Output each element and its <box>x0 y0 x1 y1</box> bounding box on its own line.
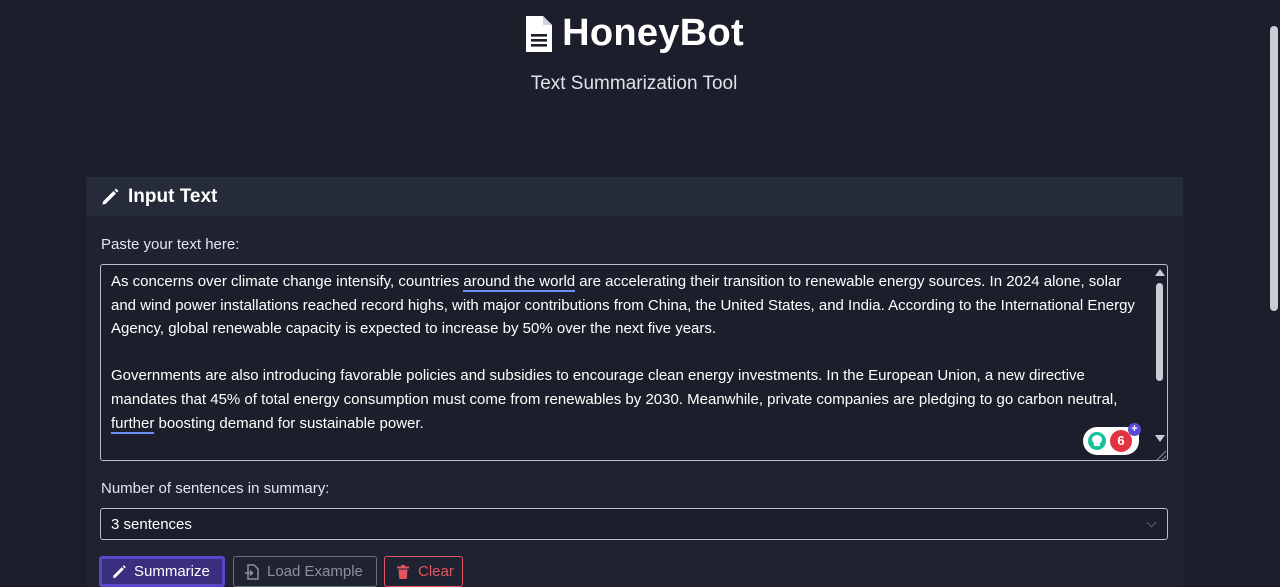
clear-button[interactable]: Clear <box>384 556 463 587</box>
sentences-select-value: 3 sentences <box>111 515 192 533</box>
scrollbar-thumb[interactable] <box>1156 283 1163 381</box>
load-example-button-label: Load Example <box>267 563 363 580</box>
summarize-button-label: Summarize <box>134 563 210 580</box>
input-textarea[interactable]: As concerns over climate change intensif… <box>100 264 1168 461</box>
input-card: Input Text Paste your text here: As conc… <box>86 177 1183 587</box>
page-scrollbar[interactable] <box>1268 0 1280 587</box>
app-header: HoneyBot Text Summarization Tool <box>0 12 1268 95</box>
clear-button-label: Clear <box>418 563 454 580</box>
document-icon <box>524 14 554 54</box>
text-paragraph-1: As concerns over climate change intensif… <box>111 270 1139 341</box>
lightbulb-icon <box>1088 432 1106 450</box>
scroll-up-arrow-icon[interactable] <box>1155 269 1165 276</box>
grammar-underlined-text[interactable]: further <box>111 414 155 434</box>
text-segment: As concerns over climate change intensif… <box>111 273 464 290</box>
grammarly-plus-badge: + <box>1128 423 1141 436</box>
sentences-select[interactable]: 3 sentences <box>100 508 1168 540</box>
scroll-down-arrow-icon[interactable] <box>1155 435 1165 442</box>
textarea-scrollbar[interactable] <box>1153 266 1166 445</box>
page-scrollbar-thumb[interactable] <box>1270 26 1278 311</box>
text-segment: boosting demand for sustainable power. <box>154 414 424 432</box>
file-import-icon <box>244 563 260 580</box>
paste-label: Paste your text here: <box>101 236 240 253</box>
brand: HoneyBot <box>524 12 744 55</box>
sentences-label: Number of sentences in summary: <box>101 480 330 497</box>
app-title: HoneyBot <box>562 12 744 54</box>
summarize-button[interactable]: Summarize <box>99 556 225 587</box>
trash-icon <box>395 564 411 580</box>
text-paragraph-2: Governments are also introducing favorab… <box>111 364 1139 435</box>
resize-handle-icon[interactable] <box>1153 446 1167 460</box>
input-card-header: Input Text <box>86 177 1183 216</box>
pencil-icon <box>100 187 120 207</box>
app-subtitle: Text Summarization Tool <box>530 72 738 94</box>
grammar-underlined-text[interactable]: around the world <box>463 273 576 292</box>
load-example-button[interactable]: Load Example <box>233 556 377 587</box>
text-segment: Governments are also introducing favorab… <box>111 367 1118 408</box>
input-card-title: Input Text <box>128 185 218 207</box>
chevron-down-icon <box>1146 517 1157 528</box>
pencil-icon <box>111 564 127 580</box>
grammarly-widget[interactable]: 6 + <box>1083 423 1141 455</box>
